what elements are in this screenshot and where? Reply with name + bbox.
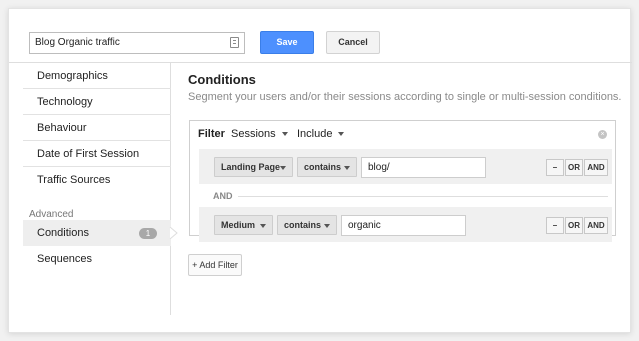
condition-row: Landing Page contains blog/ – OR AND — [199, 149, 612, 184]
condition-value-input[interactable]: organic — [341, 215, 466, 236]
condition-value-input[interactable]: blog/ — [361, 157, 486, 178]
filter-block: Filter Sessions Include × Landing Page c… — [189, 120, 616, 242]
chevron-down-icon — [338, 132, 345, 137]
dimension-value: Landing Page — [221, 162, 281, 172]
close-icon[interactable]: × — [598, 130, 607, 139]
filter-label: Filter — [198, 128, 225, 140]
sidebar-item-label: Conditions — [37, 227, 89, 239]
operator-dropdown[interactable]: contains — [277, 215, 337, 235]
condition-row: Medium contains organic – OR AND — [199, 207, 612, 242]
count-badge: 1 — [139, 228, 157, 239]
operator-value: contains — [304, 162, 342, 172]
save-button[interactable]: Save — [260, 31, 314, 54]
scope-dropdown[interactable]: Sessions — [231, 128, 288, 140]
sidebar-item-traffic-sources[interactable]: Traffic Sources — [23, 167, 171, 193]
operator-dropdown[interactable]: contains — [297, 157, 357, 177]
top-bar: Blog Organic traffic Save Cancel — [9, 9, 632, 63]
remove-condition-button[interactable]: – — [546, 217, 564, 234]
mode-value: Include — [297, 128, 333, 140]
dimension-value: Medium — [221, 220, 256, 230]
segment-editor-panel: Blog Organic traffic Save Cancel Demogra… — [8, 8, 632, 333]
chevron-down-icon — [280, 166, 286, 170]
page-title: Conditions — [188, 72, 256, 87]
sidebar: Demographics Technology Behaviour Date o… — [9, 63, 178, 315]
active-pointer-icon — [169, 227, 178, 239]
segment-name-input[interactable]: Blog Organic traffic — [29, 32, 245, 54]
sidebar-item-conditions[interactable]: Conditions 1 — [23, 220, 171, 246]
clipboard-icon[interactable] — [230, 37, 239, 48]
page-description: Segment your users and/or their sessions… — [188, 91, 622, 103]
sidebar-item-technology[interactable]: Technology — [23, 89, 171, 115]
scope-value: Sessions — [231, 128, 276, 140]
sidebar-item-behaviour[interactable]: Behaviour — [23, 115, 171, 141]
and-separator-label: AND — [213, 191, 233, 201]
remove-condition-button[interactable]: – — [546, 159, 564, 176]
and-button[interactable]: AND — [584, 217, 608, 234]
add-filter-button[interactable]: + Add Filter — [188, 254, 242, 276]
chevron-down-icon — [344, 166, 350, 170]
cancel-button[interactable]: Cancel — [326, 31, 380, 54]
operator-value: contains — [284, 220, 322, 230]
chevron-down-icon — [324, 224, 330, 228]
dimension-dropdown[interactable]: Landing Page — [214, 157, 293, 177]
mode-dropdown[interactable]: Include — [297, 128, 345, 140]
and-button[interactable]: AND — [584, 159, 608, 176]
or-button[interactable]: OR — [565, 217, 583, 234]
sidebar-item-demographics[interactable]: Demographics — [23, 63, 171, 89]
sidebar-item-sequences[interactable]: Sequences — [23, 246, 171, 272]
sidebar-item-date-of-first-session[interactable]: Date of First Session — [23, 141, 171, 167]
chevron-down-icon — [260, 224, 266, 228]
and-divider — [238, 196, 608, 197]
or-button[interactable]: OR — [565, 159, 583, 176]
dimension-dropdown[interactable]: Medium — [214, 215, 273, 235]
chevron-down-icon — [281, 132, 288, 137]
sidebar-section-advanced: Advanced — [29, 209, 74, 220]
